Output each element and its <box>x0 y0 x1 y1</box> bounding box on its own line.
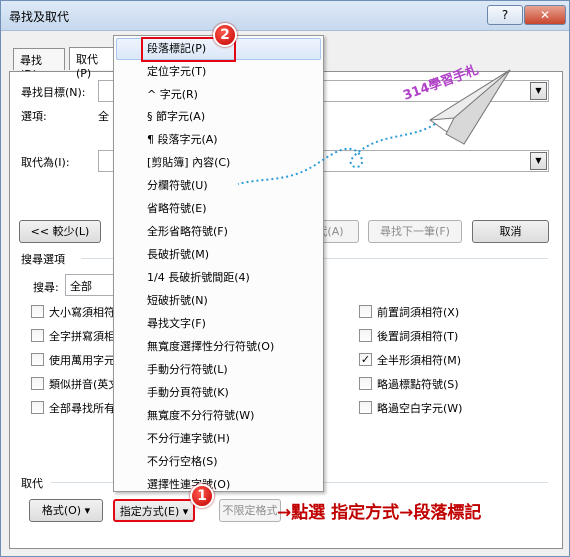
menu-item-column-break[interactable]: 分欄符號(U) <box>147 175 208 196</box>
match-prefix-checkbox[interactable] <box>359 305 372 318</box>
wildcards-checkbox[interactable] <box>31 353 44 366</box>
options-label: 選項: <box>21 110 47 123</box>
find-next-button[interactable]: 尋找下一筆(F) <box>368 220 462 243</box>
menu-item-ellipsis[interactable]: 省略符號(E) <box>147 198 207 219</box>
format-button[interactable]: 格式(O) ▾ <box>29 499 103 522</box>
match-case-label: 大小寫須相符 <box>49 306 115 319</box>
menu-item-paragraph-mark[interactable]: 段落標記(P) <box>147 38 206 59</box>
match-suffix-checkbox[interactable] <box>359 329 372 342</box>
menu-item-fullwidth-ellipsis[interactable]: 全形省略符號(F) <box>147 221 228 242</box>
options-value: 全 <box>98 110 109 123</box>
search-options-title: 搜尋選項 <box>21 253 65 266</box>
ignore-whitespace-label: 略過空白字元(W) <box>377 402 463 415</box>
chevron-down-icon[interactable]: ▼ <box>530 82 547 100</box>
ignore-punctuation-label: 略過標點符號(S) <box>377 378 459 391</box>
match-width-checkbox[interactable]: ✓ <box>359 353 372 366</box>
match-suffix-label: 後置詞須相符(T) <box>377 330 459 343</box>
sounds-like-checkbox[interactable] <box>31 377 44 390</box>
menu-item-optional-hyphen[interactable]: 選擇性連字號(O) <box>147 474 230 495</box>
instruction-text: →點選 指定方式→段落標記 <box>277 503 482 523</box>
chevron-down-icon[interactable]: ▼ <box>530 152 547 170</box>
match-case-checkbox[interactable] <box>31 305 44 318</box>
wildcards-label: 使用萬用字元 <box>49 354 115 367</box>
sounds-like-label: 類似拼音(英文 <box>49 378 120 391</box>
match-prefix-label: 前置詞須相符(X) <box>377 306 460 319</box>
close-button[interactable]: ✕ <box>524 5 566 25</box>
find-all-forms-checkbox[interactable] <box>31 401 44 414</box>
step-1-badge: 1 <box>190 484 214 508</box>
window-title: 尋找及取代 <box>9 10 70 24</box>
help-button[interactable]: ? <box>487 5 523 25</box>
menu-item-em-dash[interactable]: 長破折號(M) <box>147 244 209 265</box>
menu-item-paragraph-char[interactable]: ¶ 段落字元(A) <box>147 129 218 150</box>
menu-item-manual-line-break[interactable]: 手動分行符號(L) <box>147 359 228 380</box>
less-button[interactable]: << 較少(L) <box>19 220 101 243</box>
whole-word-label: 全字拼寫須相 <box>49 330 115 343</box>
menu-item-tab-character[interactable]: 定位字元(T) <box>147 61 206 82</box>
replace-label: 取代為(I): <box>21 156 70 169</box>
no-formatting-button[interactable]: 不限定格式 <box>219 499 281 522</box>
menu-item-nonbreaking-space[interactable]: 不分行空格(S) <box>147 451 218 472</box>
cancel-button[interactable]: 取消 <box>472 220 549 243</box>
tab-replace[interactable]: 取代(P) <box>69 47 119 80</box>
match-width-label: 全半形須相符(M) <box>377 354 462 367</box>
menu-item-caret[interactable]: ^ 字元(R) <box>147 84 198 105</box>
whole-word-checkbox[interactable] <box>31 329 44 342</box>
menu-item-zero-width-optional-break[interactable]: 無寬度選擇性分行符號(O) <box>147 336 274 357</box>
menu-item-find-what[interactable]: 尋找文字(F) <box>147 313 206 334</box>
replace-section-title: 取代 <box>21 477 43 490</box>
paper-plane-icon: 314學習手札 <box>237 62 511 185</box>
find-label: 尋找目標(N): <box>21 86 86 99</box>
step-2-badge: 2 <box>213 23 237 47</box>
menu-item-section-char[interactable]: § 節字元(A) <box>147 106 205 127</box>
menu-item-en-dash[interactable]: 短破折號(N) <box>147 290 208 311</box>
search-direction-label: 搜尋: <box>33 281 59 294</box>
menu-item-clipboard[interactable]: [剪貼簿] 內容(C) <box>147 152 230 173</box>
search-direction-value: 全部 <box>70 280 92 293</box>
menu-item-quarter-em-space[interactable]: 1/4 長破折號間距(4) <box>147 267 250 288</box>
ignore-punctuation-checkbox[interactable] <box>359 377 372 390</box>
tab-find[interactable]: 尋找(D) <box>13 48 65 81</box>
ignore-whitespace-checkbox[interactable] <box>359 401 372 414</box>
special-button[interactable]: 指定方式(E) ▾ <box>113 499 195 522</box>
menu-item-zero-width-non-break[interactable]: 無寬度不分行符號(W) <box>147 405 254 426</box>
title-bar: 尋找及取代 ? ✕ <box>1 1 569 31</box>
menu-item-nonbreaking-hyphen[interactable]: 不分行連字號(H) <box>147 428 230 449</box>
find-all-forms-label: 全部尋找所有 <box>49 402 115 415</box>
menu-item-manual-page-break[interactable]: 手動分頁符號(K) <box>147 382 229 403</box>
